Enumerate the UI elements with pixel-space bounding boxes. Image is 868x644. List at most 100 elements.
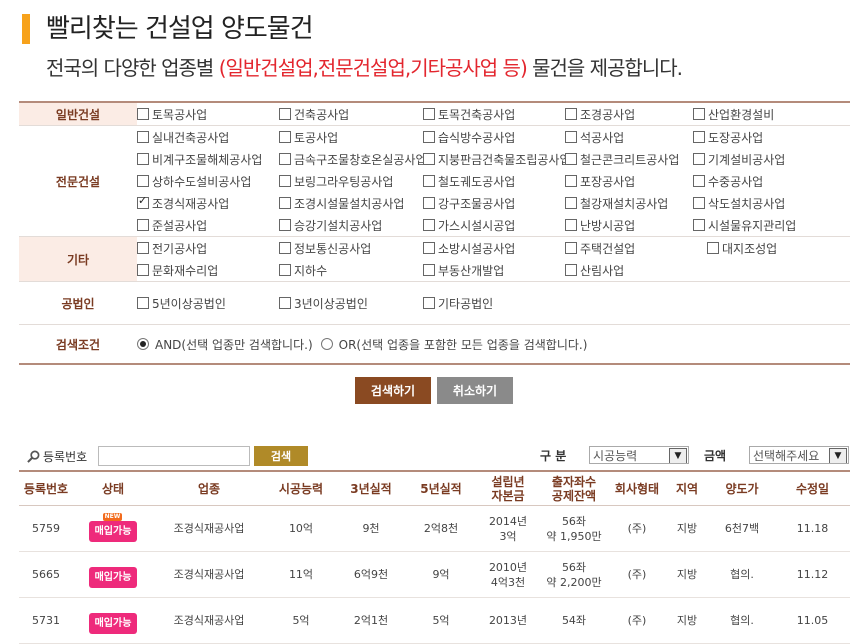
filter-option[interactable]: 기타공법인: [423, 292, 565, 314]
filter-option[interactable]: 지붕판금건축물조립공사업: [423, 148, 565, 170]
status-badge[interactable]: 매입가능 NEW: [88, 513, 138, 542]
filter-option[interactable]: 수중공사업: [693, 170, 850, 192]
checkbox[interactable]: [279, 108, 291, 120]
checkbox[interactable]: [565, 242, 577, 254]
filter-option[interactable]: 실내건축공사업: [137, 126, 279, 148]
amount-select[interactable]: 선택해주세요 ▼: [749, 446, 849, 464]
filter-option[interactable]: 도장공사업: [693, 126, 850, 148]
filter-option[interactable]: 조경식재공사업: [137, 192, 279, 214]
checkbox[interactable]: [565, 131, 577, 143]
checkbox[interactable]: [279, 242, 291, 254]
filter-option[interactable]: 산림사업: [565, 259, 707, 281]
filter-option[interactable]: 지하수: [279, 259, 423, 281]
checkbox[interactable]: [137, 264, 149, 276]
filter-option[interactable]: 포장공사업: [565, 170, 693, 192]
filter-option[interactable]: 토목건축공사업: [423, 103, 565, 125]
status-badge[interactable]: 매입가능: [88, 567, 138, 588]
or-radio[interactable]: [320, 338, 333, 350]
filter-option[interactable]: 삭도설치공사업: [693, 192, 850, 214]
checkbox[interactable]: [137, 131, 149, 143]
checkbox[interactable]: [423, 219, 435, 231]
checkbox[interactable]: [423, 297, 435, 309]
filter-option[interactable]: 전기공사업: [137, 237, 279, 259]
checkbox[interactable]: [423, 264, 435, 276]
filter-option[interactable]: 대지조성업: [707, 237, 850, 259]
filter-option[interactable]: 상하수도설비공사업: [137, 170, 279, 192]
filter-option[interactable]: 5년이상공법인: [137, 292, 279, 314]
checkbox[interactable]: [423, 131, 435, 143]
checkbox[interactable]: [137, 242, 149, 254]
checkbox[interactable]: [279, 153, 291, 165]
filter-option[interactable]: 철강재설치공사업: [565, 192, 693, 214]
checkbox[interactable]: [693, 197, 705, 209]
checkbox[interactable]: [279, 297, 291, 309]
filter-option[interactable]: 보링그라우팅공사업: [279, 170, 423, 192]
filter-option[interactable]: 조경시설물설치공사업: [279, 192, 423, 214]
table-row[interactable]: 5731 매입가능 조경식재공사업 5억 2억1천 5억 2013년 54좌 (주) 지방 협의. 1…: [19, 597, 850, 644]
condition-and-option[interactable]: AND(선택 업종만 검색합니다.): [137, 333, 313, 355]
table-row[interactable]: 5759 매입가능 NEW 조경식재공사업 10억 9천 2억8천 2014년 3억 56좌 약 1…: [19, 505, 850, 552]
filter-option[interactable]: 부동산개발업: [423, 259, 565, 281]
checkbox[interactable]: [565, 175, 577, 187]
filter-option[interactable]: 시설물유지관리업: [693, 214, 850, 236]
checkbox[interactable]: [693, 153, 705, 165]
reg-number-input[interactable]: [98, 446, 250, 466]
checkbox[interactable]: [137, 108, 149, 120]
checkbox[interactable]: [279, 175, 291, 187]
checkbox[interactable]: [565, 219, 577, 231]
filter-option[interactable]: 석공사업: [565, 126, 693, 148]
checkbox[interactable]: [693, 219, 705, 231]
filter-option[interactable]: 금속구조물창호온실공사업: [279, 148, 423, 170]
checkbox[interactable]: [137, 194, 149, 209]
filter-option[interactable]: 정보통신공사업: [279, 237, 423, 259]
checkbox[interactable]: [279, 264, 291, 276]
checkbox[interactable]: [279, 131, 291, 143]
checkbox[interactable]: [137, 175, 149, 187]
checkbox[interactable]: [137, 219, 149, 231]
filter-option[interactable]: 문화재수리업: [137, 259, 279, 281]
checkbox[interactable]: [137, 297, 149, 309]
search-submit-button[interactable]: 검색하기: [355, 377, 431, 404]
filter-option[interactable]: 철도궤도공사업: [423, 170, 565, 192]
checkbox[interactable]: [693, 131, 705, 143]
filter-option[interactable]: 3년이상공법인: [279, 292, 423, 314]
checkbox[interactable]: [423, 197, 435, 209]
checkbox[interactable]: [423, 153, 435, 165]
checkbox[interactable]: [423, 108, 435, 120]
filter-option[interactable]: 습식방수공사업: [423, 126, 565, 148]
filter-option[interactable]: 토공사업: [279, 126, 423, 148]
filter-option[interactable]: 승강기설치공사업: [279, 214, 423, 236]
checkbox[interactable]: [423, 242, 435, 254]
filter-option[interactable]: 난방시공업: [565, 214, 693, 236]
search-cancel-button[interactable]: 취소하기: [437, 377, 513, 404]
filter-option[interactable]: 조경공사업: [565, 103, 693, 125]
checkbox[interactable]: [693, 175, 705, 187]
checkbox[interactable]: [279, 197, 291, 209]
checkbox[interactable]: [707, 242, 719, 254]
filter-option[interactable]: 비계구조물해체공사업: [137, 148, 279, 170]
checkbox[interactable]: [565, 197, 577, 209]
and-radio[interactable]: [137, 338, 149, 350]
filter-option[interactable]: 주택건설업: [565, 237, 707, 259]
checkbox[interactable]: [565, 108, 577, 120]
checkbox[interactable]: [693, 108, 705, 120]
checkbox[interactable]: [565, 153, 577, 165]
filter-option[interactable]: 건축공사업: [279, 103, 423, 125]
filter-option[interactable]: 산업환경설비: [693, 103, 850, 125]
table-row[interactable]: 5665 매입가능 조경식재공사업 11억 6억9천 9억 2010년 4억3천 56좌 약 2,…: [19, 551, 850, 598]
checkbox[interactable]: [137, 153, 149, 165]
checkbox[interactable]: [279, 219, 291, 231]
reg-search-button[interactable]: 검색: [254, 446, 308, 466]
filter-option[interactable]: 준설공사업: [137, 214, 279, 236]
checkbox[interactable]: [423, 175, 435, 187]
condition-or-option[interactable]: OR(선택 업종을 포함한 모든 업종을 검색합니다.): [320, 333, 587, 355]
status-badge[interactable]: 매입가능: [88, 613, 138, 634]
filter-option[interactable]: 토목공사업: [137, 103, 279, 125]
filter-option[interactable]: 강구조물공사업: [423, 192, 565, 214]
filter-option[interactable]: 기계설비공사업: [693, 148, 850, 170]
category-select[interactable]: 시공능력 ▼: [589, 446, 689, 464]
checkbox[interactable]: [565, 264, 577, 276]
filter-option[interactable]: 소방시설공사업: [423, 237, 565, 259]
filter-option[interactable]: 가스시설시공업: [423, 214, 565, 236]
filter-option[interactable]: 철근콘크리트공사업: [565, 148, 693, 170]
